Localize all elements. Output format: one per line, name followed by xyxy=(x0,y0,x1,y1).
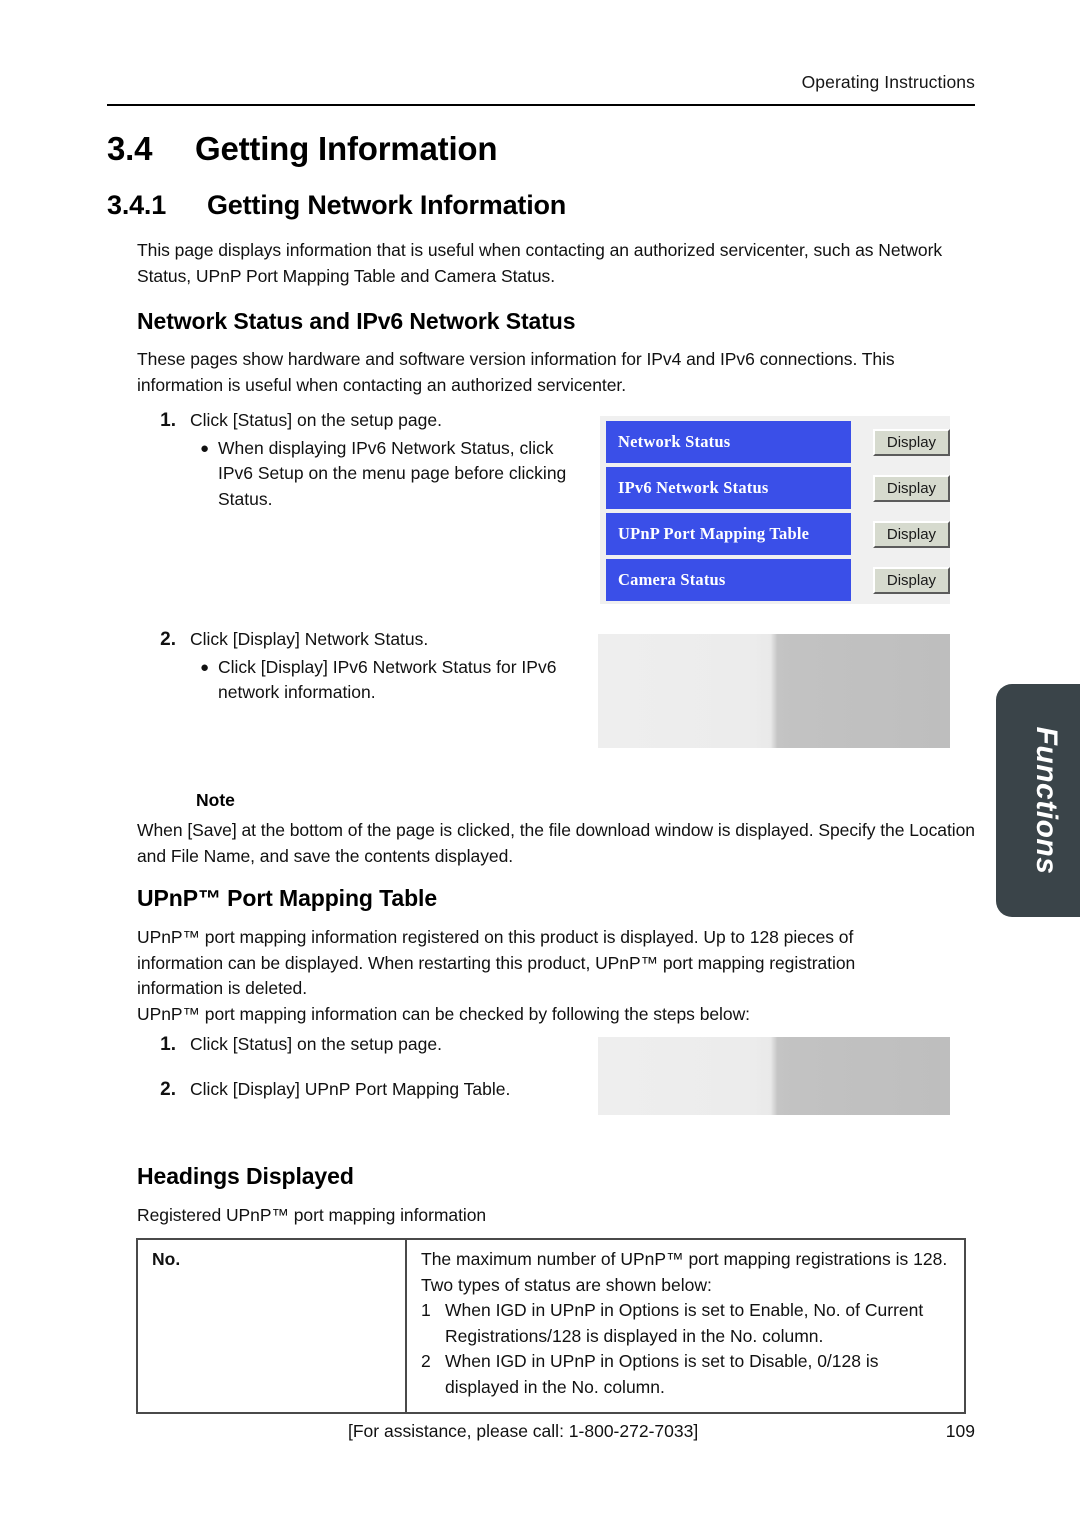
section-title-3-4: Getting Information xyxy=(195,130,498,167)
item-number: 1 xyxy=(421,1300,431,1320)
headings-caption: Registered UPnP™ port mapping informatio… xyxy=(137,1205,487,1225)
description-line-1: The maximum number of UPnP™ port mapping… xyxy=(421,1249,948,1269)
upnp-paragraph: UPnP™ port mapping information registere… xyxy=(137,925,937,1027)
description-line-2: Two types of status are shown below: xyxy=(421,1274,712,1295)
footer-page-number: 109 xyxy=(945,1421,975,1441)
status-label-network-status: Network Status xyxy=(606,421,851,463)
headings-table: No. The maximum number of UPnP™ port map… xyxy=(136,1238,966,1414)
step-text: Click [Display] UPnP Port Mapping Table. xyxy=(190,1079,511,1099)
item-number: 2 xyxy=(421,1351,431,1371)
upnp-screenshot-placeholder xyxy=(598,1037,950,1115)
item-text: When IGD in UPnP in Options is set to Di… xyxy=(445,1351,879,1397)
step-text: Click [Status] on the setup page. xyxy=(190,410,442,430)
description-item: 2 When IGD in UPnP in Options is set to … xyxy=(421,1349,954,1400)
bullet-dot-icon: ● xyxy=(200,439,210,457)
upnp-paragraph-1: UPnP™ port mapping information registere… xyxy=(137,927,856,998)
step-bullet: ● Click [Display] IPv6 Network Status fo… xyxy=(190,655,588,706)
status-row-ipv6-network-status: IPv6 Network Status Display xyxy=(600,467,950,509)
status-row-camera-status: Camera Status Display xyxy=(600,559,950,601)
section-title-3-4-1: Getting Network Information xyxy=(207,190,567,220)
subheading-headings-displayed: Headings Displayed xyxy=(137,1163,354,1189)
footer-assistance: [For assistance, please call: 1-800-272-… xyxy=(348,1421,699,1441)
subheading-upnp-port-mapping-table: UPnP™ Port Mapping Table xyxy=(137,885,438,911)
status-row-upnp-port-mapping-table: UPnP Port Mapping Table Display xyxy=(600,513,950,555)
status-panel-screenshot: Network Status Display IPv6 Network Stat… xyxy=(600,416,950,604)
step-upnp-2: 2. Click [Display] UPnP Port Mapping Tab… xyxy=(148,1077,588,1103)
header-divider xyxy=(107,104,975,106)
bullet-dot-icon: ● xyxy=(200,658,210,676)
intro-paragraph: This page displays information that is u… xyxy=(137,240,943,286)
note-label: Note xyxy=(196,790,235,810)
status-label-ipv6-network-status: IPv6 Network Status xyxy=(606,467,851,509)
section-number-3-4-1: 3.4.1 xyxy=(107,190,167,220)
step-text: Click [Status] on the setup page. xyxy=(190,1034,442,1054)
table-cell-name: No. xyxy=(136,1238,407,1414)
display-button-camera-status[interactable]: Display xyxy=(872,566,950,594)
network-status-screenshot-placeholder xyxy=(598,634,950,748)
step-number: 1. xyxy=(160,1034,176,1055)
section-heading-3-4-1: 3.4.1 Getting Network Information xyxy=(107,190,566,221)
step-network-1: 1. Click [Status] on the setup page. ● W… xyxy=(148,408,588,512)
note-text: When [Save] at the bottom of the page is… xyxy=(137,820,975,866)
bullet-text: When displaying IPv6 Network Status, cli… xyxy=(218,437,567,509)
document-page: Operating Instructions 3.4 Getting Infor… xyxy=(0,0,1080,1526)
subheading-network-status: Network Status and IPv6 Network Status xyxy=(137,308,576,334)
step-number: 2. xyxy=(160,1079,176,1100)
side-tab-label: Functions xyxy=(1030,726,1063,875)
status-row-network-status: Network Status Display xyxy=(600,421,950,463)
step-text: Click [Display] Network Status. xyxy=(190,629,429,649)
step-number: 2. xyxy=(160,629,176,650)
section-number-3-4: 3.4 xyxy=(107,130,153,167)
section-heading-3-4: 3.4 Getting Information xyxy=(107,130,498,168)
side-tab-functions: Functions xyxy=(996,684,1080,917)
bullet-text: Click [Display] IPv6 Network Status for … xyxy=(218,656,557,703)
running-header: Operating Instructions xyxy=(801,72,975,92)
upnp-paragraph-2: UPnP™ port mapping information can be ch… xyxy=(137,1003,750,1024)
table-cell-description: The maximum number of UPnP™ port mapping… xyxy=(405,1238,966,1414)
item-text: When IGD in UPnP in Options is set to En… xyxy=(445,1300,924,1346)
status-label-upnp-port-mapping-table: UPnP Port Mapping Table xyxy=(606,513,851,555)
step-network-2: 2. Click [Display] Network Status. ● Cli… xyxy=(148,627,588,706)
display-button-network-status[interactable]: Display xyxy=(872,428,950,456)
display-button-ipv6-network-status[interactable]: Display xyxy=(872,474,950,502)
display-button-upnp-port-mapping-table[interactable]: Display xyxy=(872,520,950,548)
step-upnp-1: 1. Click [Status] on the setup page. xyxy=(148,1032,588,1058)
network-status-paragraph: These pages show hardware and software v… xyxy=(137,349,895,395)
description-item: 1 When IGD in UPnP in Options is set to … xyxy=(421,1298,954,1349)
status-label-camera-status: Camera Status xyxy=(606,559,851,601)
table-row: No. The maximum number of UPnP™ port map… xyxy=(136,1238,966,1414)
step-number: 1. xyxy=(160,410,176,431)
step-bullet: ● When displaying IPv6 Network Status, c… xyxy=(190,436,588,513)
